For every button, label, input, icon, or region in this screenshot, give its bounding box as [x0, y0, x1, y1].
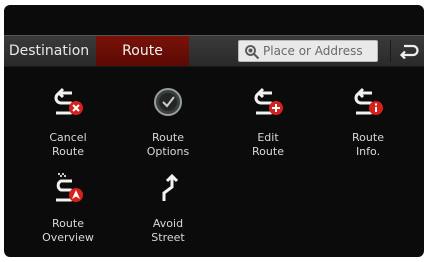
search-box[interactable] — [238, 40, 378, 62]
divider — [390, 40, 391, 62]
top-bar: Destination Route — [4, 35, 424, 67]
cancel-route-icon — [54, 87, 83, 115]
back-button[interactable] — [394, 36, 424, 66]
edit-route-icon — [254, 87, 283, 115]
route-options-icon — [154, 88, 182, 116]
route-overview-button[interactable]: Route Overview — [28, 173, 108, 253]
tab-route[interactable]: Route — [96, 36, 189, 66]
search-icon — [245, 45, 260, 60]
route-info-icon — [354, 87, 383, 115]
route-screen: Destination Route Cancel Route — [4, 5, 424, 257]
route-options-label: Route Options — [146, 131, 190, 158]
edit-route-label: Edit Route — [252, 131, 284, 158]
cancel-route-button[interactable]: Cancel Route — [28, 87, 108, 167]
avoid-street-button[interactable]: Avoid Street — [128, 173, 208, 253]
back-icon — [399, 44, 419, 59]
search-input[interactable] — [263, 41, 375, 61]
edit-route-button[interactable]: Edit Route — [228, 87, 308, 167]
route-options-button[interactable]: Route Options — [128, 87, 208, 167]
avoid-street-label: Avoid Street — [151, 217, 185, 244]
route-overview-label: Route Overview — [42, 217, 94, 244]
tab-destination[interactable]: Destination — [4, 36, 94, 66]
avoid-street-icon — [162, 173, 179, 201]
route-info-label: Route Info. — [352, 131, 384, 158]
cancel-route-label: Cancel Route — [49, 131, 87, 158]
route-overview-icon — [56, 173, 83, 202]
route-info-button[interactable]: Route Info. — [328, 87, 408, 167]
